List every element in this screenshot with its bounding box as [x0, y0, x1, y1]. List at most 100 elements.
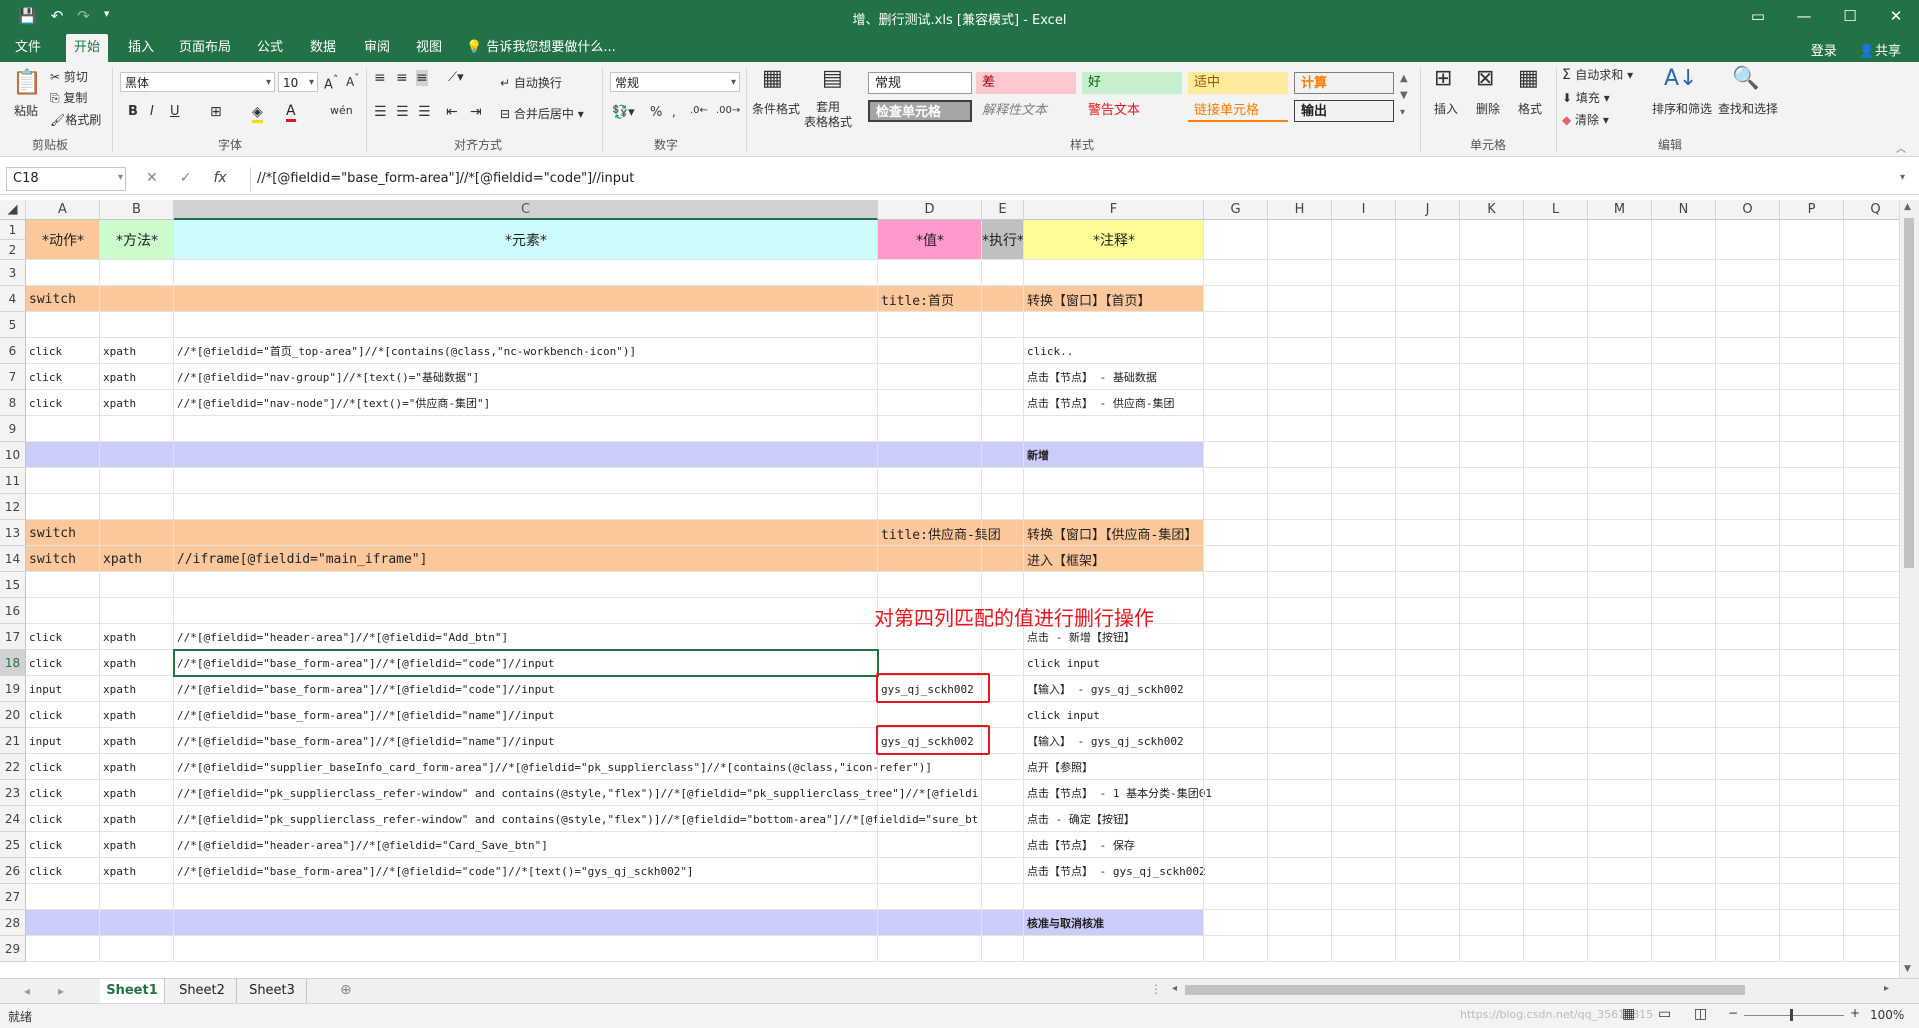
- sheet-prev-icon[interactable]: ◂: [24, 984, 30, 998]
- column-header-c[interactable]: C: [174, 200, 878, 220]
- ribbon-display-icon[interactable]: ▭: [1735, 0, 1781, 34]
- collapse-ribbon-icon[interactable]: ︿: [1896, 140, 1906, 155]
- row-header[interactable]: 23: [0, 780, 26, 806]
- row-header[interactable]: 11: [0, 468, 26, 494]
- column-header-d[interactable]: D: [878, 200, 982, 220]
- zoom-out-icon[interactable]: −: [1728, 1006, 1738, 1020]
- minimize-button[interactable]: —: [1781, 0, 1827, 34]
- cell-f24[interactable]: 点击 - 确定【按钮】: [1024, 806, 1204, 832]
- border-icon[interactable]: ⊞: [210, 104, 222, 120]
- format-painter-button[interactable]: 🖌格式刷: [50, 111, 101, 128]
- cell-f25[interactable]: 点击【节点】 - 保存: [1024, 832, 1204, 858]
- grow-font-icon[interactable]: A˄: [324, 73, 338, 92]
- align-bottom-icon[interactable]: ≡: [416, 70, 428, 86]
- header-cell-a[interactable]: *动作*: [26, 220, 100, 260]
- paste-icon[interactable]: 📋: [12, 68, 42, 96]
- cell-a6[interactable]: click: [26, 338, 100, 364]
- zoom-level[interactable]: 100%: [1870, 1008, 1904, 1022]
- conditional-format-icon[interactable]: ▦: [762, 66, 783, 91]
- cell-b7[interactable]: xpath: [100, 364, 174, 390]
- column-header-g[interactable]: G: [1204, 200, 1268, 220]
- orientation-icon[interactable]: ⟋▾: [448, 70, 464, 85]
- cell-c20[interactable]: //*[@fieldid="base_form-area"]//*[@field…: [174, 702, 878, 728]
- decrease-indent-icon[interactable]: ⇤: [446, 104, 458, 120]
- cell-c14[interactable]: //iframe[@fieldid="main_iframe"]: [174, 546, 878, 572]
- header-cell-c[interactable]: *元素*: [174, 220, 878, 260]
- align-middle-icon[interactable]: ≡: [396, 70, 408, 86]
- row-header[interactable]: 14: [0, 546, 26, 572]
- align-top-icon[interactable]: ≡: [374, 70, 386, 86]
- paste-button[interactable]: 粘贴: [14, 102, 38, 119]
- tab-data[interactable]: 数据: [302, 34, 344, 62]
- row-header[interactable]: 19: [0, 676, 26, 702]
- header-cell-d[interactable]: *值*: [878, 220, 982, 260]
- vertical-scrollbar[interactable]: ▲ ▼: [1899, 200, 1919, 978]
- cell-f8[interactable]: 点击【节点】 - 供应商-集团: [1024, 390, 1204, 416]
- cell-a14[interactable]: switch: [26, 546, 100, 572]
- cell-a8[interactable]: click: [26, 390, 100, 416]
- cell-f26[interactable]: 点击【节点】 - gys_qj_sckh002: [1024, 858, 1206, 884]
- cell-b18[interactable]: xpath: [100, 650, 174, 676]
- insert-function-icon[interactable]: fx: [213, 170, 226, 186]
- maximize-button[interactable]: ☐: [1827, 0, 1873, 34]
- cell-b26[interactable]: xpath: [100, 858, 174, 884]
- cell-b20[interactable]: xpath: [100, 702, 174, 728]
- column-header-i[interactable]: I: [1332, 200, 1396, 220]
- format-cells-icon[interactable]: ▦: [1518, 66, 1539, 91]
- format-cells-button[interactable]: 格式: [1518, 100, 1542, 117]
- cell-b8[interactable]: xpath: [100, 390, 174, 416]
- active-cell-c18[interactable]: [173, 649, 879, 677]
- percent-button[interactable]: %: [650, 105, 662, 120]
- cell-f7[interactable]: 点击【节点】 - 基础数据: [1024, 364, 1204, 390]
- normal-view-icon[interactable]: ▦: [1622, 1006, 1635, 1022]
- cell-a18[interactable]: click: [26, 650, 100, 676]
- shrink-font-icon[interactable]: A˅: [346, 73, 359, 89]
- cell-b19[interactable]: xpath: [100, 676, 174, 702]
- delete-cells-button[interactable]: 删除: [1476, 100, 1500, 117]
- row-header[interactable]: 24: [0, 806, 26, 832]
- comma-icon[interactable]: ,: [672, 105, 676, 119]
- cell-b6[interactable]: xpath: [100, 338, 174, 364]
- name-box[interactable]: C18: [6, 167, 126, 191]
- row-header[interactable]: 3: [0, 260, 26, 286]
- cell-c26[interactable]: //*[@fieldid="base_form-area"]//*[@field…: [174, 858, 878, 884]
- table-format-icon[interactable]: ▤: [822, 66, 843, 91]
- column-header-p[interactable]: P: [1780, 200, 1844, 220]
- row-header[interactable]: 8: [0, 390, 26, 416]
- clear-button[interactable]: ◆ 清除 ▾: [1562, 111, 1609, 128]
- merge-center-button[interactable]: ⊟ 合并后居中 ▾: [500, 105, 584, 122]
- tab-review[interactable]: 审阅: [356, 34, 398, 62]
- row-header[interactable]: 10: [0, 442, 26, 468]
- sort-filter-button[interactable]: 排序和筛选: [1652, 100, 1712, 117]
- row-header[interactable]: 9: [0, 416, 26, 442]
- fill-color-icon[interactable]: ◈: [252, 104, 263, 123]
- cell-f6[interactable]: click..: [1024, 338, 1204, 364]
- column-header-o[interactable]: O: [1716, 200, 1780, 220]
- column-header-a[interactable]: A: [26, 200, 100, 220]
- row-header[interactable]: 2: [0, 240, 26, 260]
- scroll-down-icon[interactable]: ▼: [1904, 964, 1911, 974]
- column-header-m[interactable]: M: [1588, 200, 1652, 220]
- tab-split-handle[interactable]: ⋮: [1150, 982, 1162, 996]
- cell-b17[interactable]: xpath: [100, 624, 174, 650]
- cut-button[interactable]: ✂ 剪切: [50, 68, 88, 85]
- underline-button[interactable]: U: [170, 104, 180, 119]
- cell-f4[interactable]: 转换【窗口】【首页】: [1024, 286, 1204, 312]
- row-header[interactable]: 15: [0, 572, 26, 598]
- row-header[interactable]: 1: [0, 220, 26, 240]
- vertical-scroll-thumb[interactable]: [1904, 218, 1914, 568]
- column-header-j[interactable]: J: [1396, 200, 1460, 220]
- phonetic-icon[interactable]: wén: [330, 104, 353, 117]
- row-header[interactable]: 27: [0, 884, 26, 910]
- row-header[interactable]: 25: [0, 832, 26, 858]
- sheet-tab-1[interactable]: Sheet1: [100, 979, 165, 1005]
- cell-a25[interactable]: click: [26, 832, 100, 858]
- cell-c8[interactable]: //*[@fieldid="nav-node"]//*[text()="供应商-…: [174, 390, 878, 416]
- cell-f20[interactable]: click input: [1024, 702, 1204, 728]
- row-header[interactable]: 6: [0, 338, 26, 364]
- bold-button[interactable]: B: [128, 104, 138, 119]
- align-right-icon[interactable]: ☰: [418, 104, 431, 120]
- row-header[interactable]: 7: [0, 364, 26, 390]
- row-header[interactable]: 28: [0, 910, 26, 936]
- column-header-f[interactable]: F: [1024, 200, 1204, 220]
